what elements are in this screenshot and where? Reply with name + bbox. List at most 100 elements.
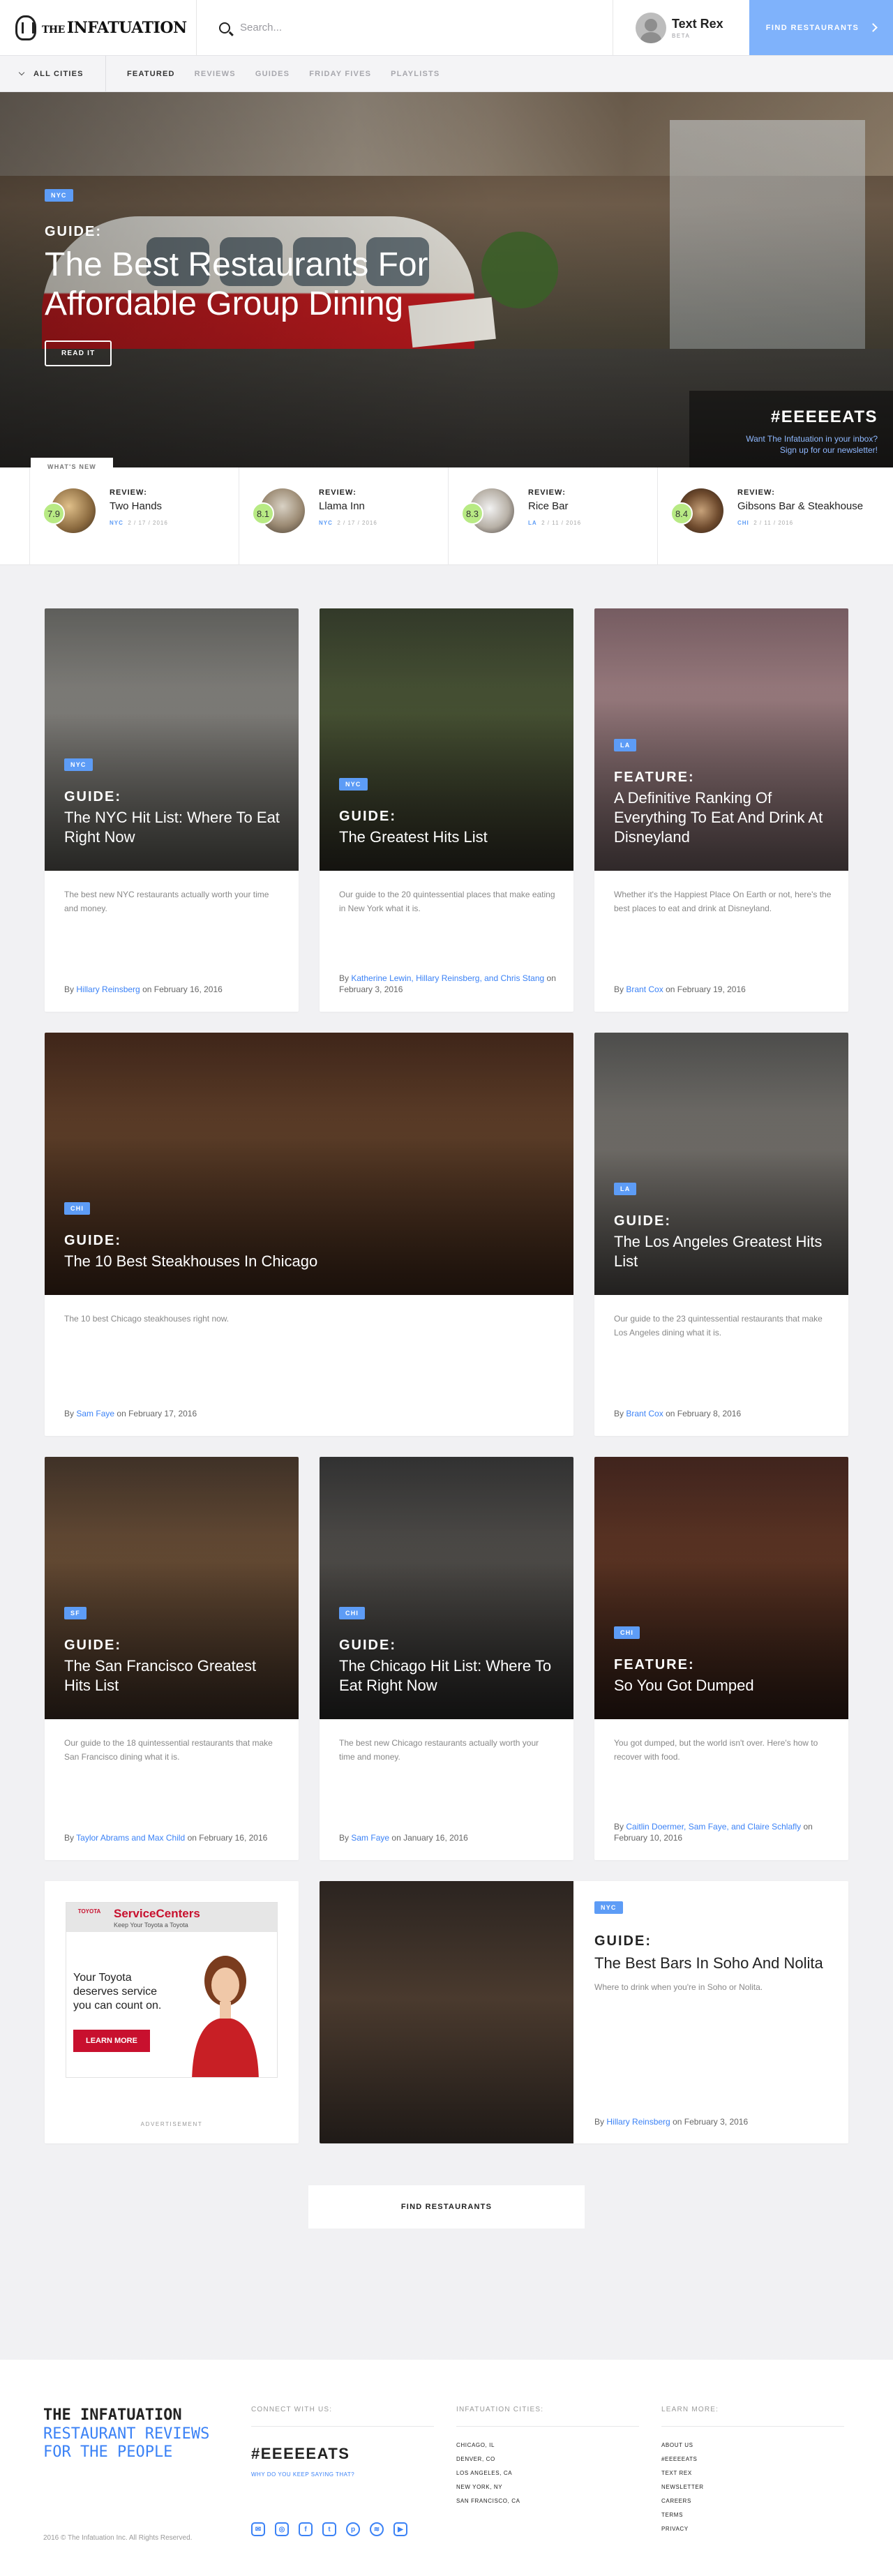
newsletter-promo[interactable]: #EEEEEATS Want The Infatuation in your i… — [689, 391, 893, 467]
article-card[interactable]: SF GUIDE: The San Francisco Greatest Hit… — [45, 1457, 299, 1860]
social-icons: ✉ ◎ f t p ≋ ▶ — [251, 2522, 434, 2536]
toyota-logo: TOYOTA — [77, 1908, 101, 1915]
author-link[interactable]: Sam Faye — [351, 1833, 389, 1843]
article-card[interactable]: CHI FEATURE: So You Got Dumped You got d… — [594, 1457, 848, 1860]
author-link[interactable]: Brant Cox — [626, 1409, 663, 1418]
youtube-icon[interactable]: ▶ — [393, 2522, 407, 2536]
review-item[interactable]: 7.9 REVIEW: Two Hands NYC 2 / 17 / 2016 — [29, 467, 239, 565]
chevron-right-icon — [869, 23, 878, 32]
newsletter-signup-link[interactable]: Sign up for our newsletter! — [689, 445, 878, 455]
connect-title: CONNECT WITH US: — [251, 2406, 434, 2427]
toyota-ad[interactable]: TOYOTA ServiceCenters Keep Your Toyota a… — [66, 1902, 278, 2078]
city-tag: CHI — [614, 1626, 640, 1639]
learn-more-button[interactable]: LEARN MORE — [73, 2030, 150, 2052]
cities-section: INFATUATION CITIES: CHICAGO, IL DENVER, … — [456, 2406, 639, 2512]
text-rex-link[interactable]: Text Rex BETA — [613, 0, 749, 55]
card-byline: By Brant Cox on February 8, 2016 — [614, 1409, 742, 1418]
card-kicker: GUIDE: — [339, 809, 396, 824]
whats-new-strip: WHAT'S NEW 7.9 REVIEW: Two Hands NYC 2 /… — [0, 458, 893, 565]
author-link[interactable]: Hillary Reinsberg — [76, 984, 140, 994]
rating-badge: 7.9 — [43, 502, 65, 525]
article-card[interactable]: LA FEATURE: A Definitive Ranking Of Ever… — [594, 608, 848, 1012]
review-date: 2 / 17 / 2016 — [337, 520, 377, 526]
card-image: NYC GUIDE: The NYC Hit List: Where To Ea… — [45, 608, 299, 871]
city-tag: CHI — [64, 1202, 91, 1215]
author-link[interactable]: Katherine Lewin, Hillary Reinsberg, and … — [351, 973, 544, 983]
card-kicker: GUIDE: — [614, 1213, 671, 1229]
footer-tagline: RESTAURANT REVIEWS FOR THE PEOPLE — [43, 2425, 210, 2461]
facebook-icon[interactable]: f — [299, 2522, 313, 2536]
author-link[interactable]: Taylor Abrams and Max Child — [76, 1833, 185, 1843]
read-it-button[interactable]: READ IT — [45, 340, 112, 366]
tab-guides[interactable]: GUIDES — [255, 70, 290, 78]
text-rex-title: Text Rex — [672, 16, 723, 31]
hero-banner[interactable]: NYC GUIDE: The Best Restaurants For Affo… — [0, 92, 893, 467]
city-link[interactable]: LOS ANGELES, CA — [456, 2470, 639, 2476]
copyright: 2016 © The Infatuation Inc. All Rights R… — [43, 2534, 193, 2542]
footer-logo[interactable]: THE INFATUATION — [43, 2407, 182, 2424]
footer-link-newsletter[interactable]: NEWSLETTER — [661, 2484, 844, 2490]
footer-link-hashtag[interactable]: #EEEEEATS — [661, 2456, 844, 2462]
card-description: The best new Chicago restaurants actuall… — [339, 1738, 539, 1762]
review-city: LA — [528, 520, 537, 526]
tab-featured[interactable]: FEATURED — [127, 70, 175, 78]
author-link[interactable]: Sam Faye — [76, 1409, 114, 1418]
mail-icon[interactable]: ✉ — [251, 2522, 265, 2536]
card-description: Our guide to the 18 quintessential resta… — [64, 1738, 273, 1762]
article-card[interactable]: CHI GUIDE: The 10 Best Steakhouses In Ch… — [45, 1033, 573, 1436]
connect-section: CONNECT WITH US: #EEEEEATS WHY DO YOU KE… — [251, 2406, 434, 2536]
text-rex-avatar — [636, 12, 666, 43]
card-description: The best new NYC restaurants actually wo… — [64, 890, 269, 913]
all-cities-dropdown[interactable]: ALL CITIES — [0, 56, 106, 91]
city-tag: CHI — [339, 1607, 366, 1619]
search-input[interactable] — [240, 22, 519, 33]
tab-playlists[interactable]: PLAYLISTS — [391, 70, 440, 78]
ad-brand: ServiceCenters — [114, 1907, 200, 1920]
article-card[interactable]: NYC GUIDE: The Greatest Hits List Our gu… — [320, 608, 573, 1012]
tab-reviews[interactable]: REVIEWS — [195, 70, 236, 78]
footer-link-careers[interactable]: CAREERS — [661, 2498, 844, 2504]
city-link[interactable]: DENVER, CO — [456, 2456, 639, 2462]
card-image: NYC GUIDE: The Greatest Hits List — [320, 608, 573, 871]
search-bar — [197, 0, 613, 55]
instagram-icon[interactable]: ◎ — [275, 2522, 289, 2536]
advertisement-label: ADVERTISEMENT — [140, 2121, 203, 2127]
article-card[interactable]: CHI GUIDE: The Chicago Hit List: Where T… — [320, 1457, 573, 1860]
card-description: Our guide to the 23 quintessential resta… — [614, 1314, 823, 1338]
author-link[interactable]: Caitlin Doermer, Sam Faye, and Claire Sc… — [626, 1822, 801, 1832]
spotify-icon[interactable]: ≋ — [370, 2522, 384, 2536]
sub-navigation: ALL CITIES FEATURED REVIEWS GUIDES FRIDA… — [0, 56, 893, 92]
ad-person-image — [192, 1956, 259, 2077]
author-link[interactable]: Hillary Reinsberg — [606, 2117, 670, 2127]
why-link[interactable]: WHY DO YOU KEEP SAYING THAT? — [251, 2471, 434, 2478]
footer-link-terms[interactable]: TERMS — [661, 2512, 844, 2518]
article-card[interactable]: NYC GUIDE: The Best Bars In Soho And Nol… — [320, 1881, 848, 2143]
card-kicker: GUIDE: — [594, 1933, 652, 1949]
footer-link-about[interactable]: ABOUT US — [661, 2442, 844, 2448]
pinterest-icon[interactable]: p — [346, 2522, 360, 2536]
city-tag: NYC — [594, 1901, 623, 1914]
card-kicker: GUIDE: — [64, 789, 121, 804]
review-item[interactable]: 8.4 REVIEW: Gibsons Bar & Steakhouse CHI… — [657, 467, 866, 565]
article-card[interactable]: LA GUIDE: The Los Angeles Greatest Hits … — [594, 1033, 848, 1436]
card-kicker: GUIDE: — [64, 1638, 121, 1653]
article-card[interactable]: NYC GUIDE: The NYC Hit List: Where To Ea… — [45, 608, 299, 1012]
author-link[interactable]: Brant Cox — [626, 984, 663, 994]
find-restaurants-bottom-button[interactable]: FIND RESTAURANTS — [308, 2185, 585, 2229]
footer-link-privacy[interactable]: PRIVACY — [661, 2526, 844, 2532]
card-description: The 10 best Chicago steakhouses right no… — [64, 1314, 230, 1324]
city-link[interactable]: NEW YORK, NY — [456, 2484, 639, 2490]
city-link[interactable]: SAN FRANCISCO, CA — [456, 2498, 639, 2504]
card-date: on January 16, 2016 — [391, 1833, 468, 1843]
find-restaurants-button[interactable]: FIND RESTAURANTS — [749, 0, 893, 55]
learn-more-title: LEARN MORE: — [661, 2406, 844, 2427]
review-thumbnail: 8.4 — [670, 488, 723, 533]
site-logo[interactable]: THE INFATUATION — [0, 0, 197, 56]
review-item[interactable]: 8.1 REVIEW: Llama Inn NYC 2 / 17 / 2016 — [239, 467, 448, 565]
review-item[interactable]: 8.3 REVIEW: Rice Bar LA 2 / 11 / 2016 — [448, 467, 657, 565]
ad-headline: Your Toyota deserves service you can cou… — [73, 1972, 162, 2012]
footer-link-text-rex[interactable]: TEXT REX — [661, 2470, 844, 2476]
city-link[interactable]: CHICAGO, IL — [456, 2442, 639, 2448]
tab-friday-fives[interactable]: FRIDAY FIVES — [309, 70, 371, 78]
twitter-icon[interactable]: t — [322, 2522, 336, 2536]
